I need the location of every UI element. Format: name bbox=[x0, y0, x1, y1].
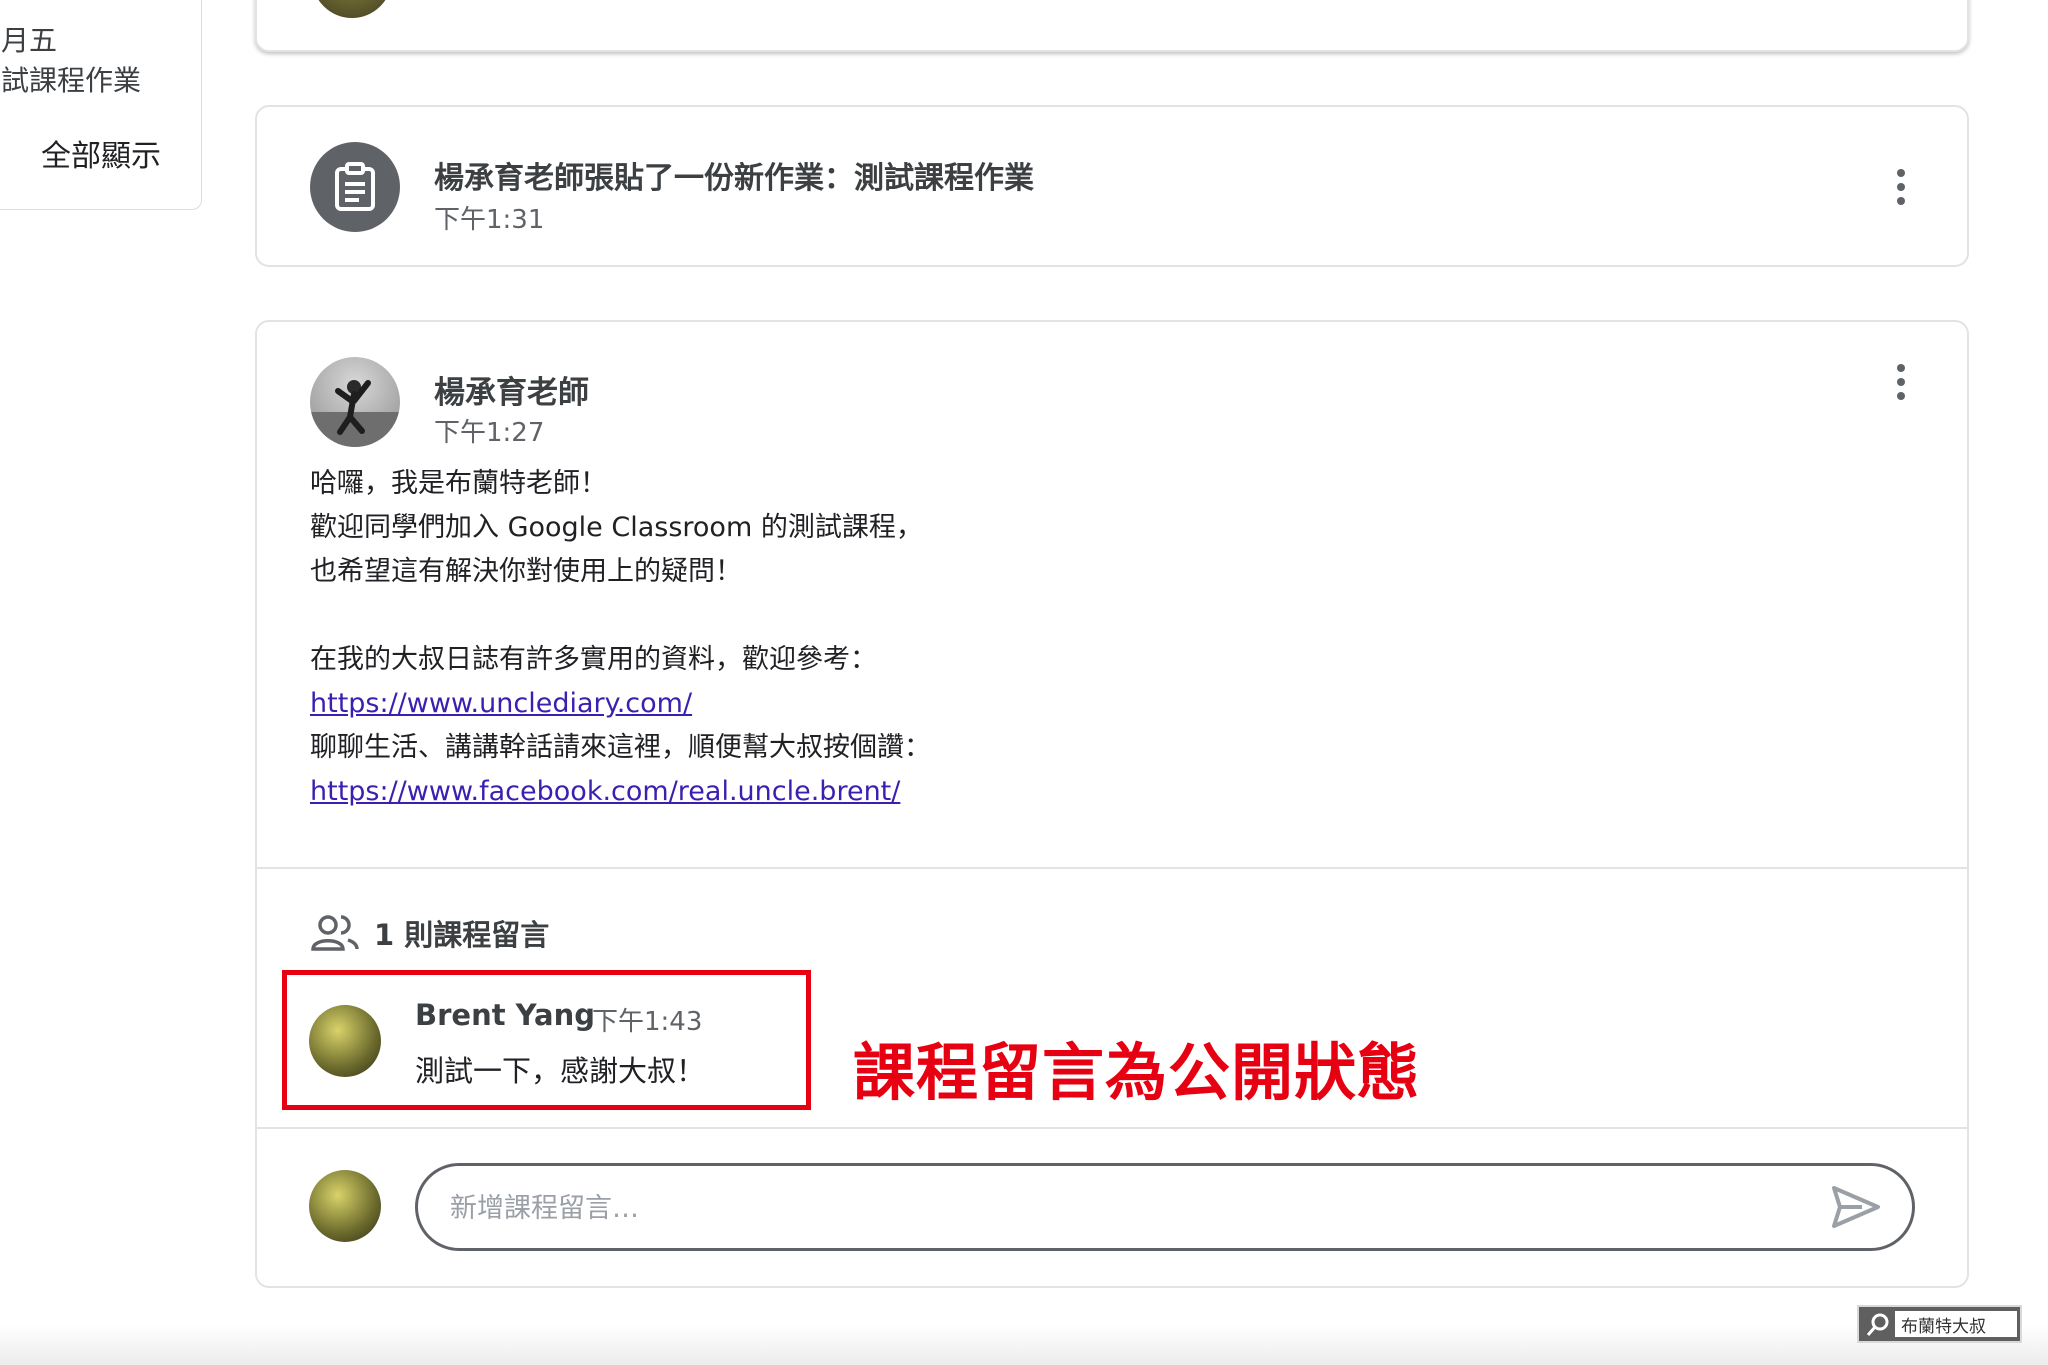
upcoming-sidebar: 月五 試課程作業 全部顯示 bbox=[0, 0, 202, 210]
post-line: 也希望這有解決你對使用上的疑問！ bbox=[310, 556, 742, 587]
show-all-link[interactable]: 全部顯示 bbox=[41, 131, 161, 175]
send-icon[interactable] bbox=[1828, 1182, 1884, 1232]
people-icon bbox=[311, 915, 359, 951]
class-comments-header[interactable]: 1 則課程留言 bbox=[310, 912, 549, 954]
assignment-card[interactable]: 楊承育老師張貼了一份新作業：測試課程作業 下午1:31 bbox=[255, 105, 1969, 267]
post-line: 聊聊生活、講講幹話請來這裡，順便幫大叔按個讚： bbox=[310, 732, 931, 763]
comment-input[interactable] bbox=[448, 1180, 1772, 1236]
search-icon bbox=[1866, 1313, 1889, 1336]
post-author: 楊承育老師 bbox=[434, 375, 589, 411]
upcoming-date: 月五 bbox=[1, 24, 58, 57]
annotation-highlight-box bbox=[282, 970, 811, 1110]
post-time: 下午1:27 bbox=[434, 418, 545, 448]
post-line: 在我的大叔日誌有許多實用的資料，歡迎參考： bbox=[310, 644, 877, 675]
watermark-text: 布蘭特大叔 bbox=[1901, 1316, 1986, 1337]
facebook-link[interactable]: https://www.facebook.com/real.uncle.bren… bbox=[310, 776, 900, 807]
announcement-card: 楊承育老師 下午1:27 哈囉，我是布蘭特老師！ 歡迎同學們加入 Google … bbox=[255, 320, 1969, 1288]
watermark: 布蘭特大叔 bbox=[1857, 1305, 2022, 1343]
post-line: 哈囉，我是布蘭特老師！ bbox=[310, 468, 607, 499]
stream-card-previous bbox=[255, 0, 1969, 52]
post-line: 歡迎同學們加入 Google Classroom 的測試課程， bbox=[310, 512, 923, 543]
more-vert-icon[interactable] bbox=[1881, 157, 1921, 217]
assignment-time: 下午1:31 bbox=[434, 205, 545, 235]
divider bbox=[257, 1127, 1967, 1129]
add-comment-field[interactable] bbox=[415, 1163, 1915, 1251]
avatar bbox=[312, 0, 392, 18]
bottom-fade bbox=[0, 1325, 2048, 1365]
more-vert-icon[interactable] bbox=[1881, 352, 1921, 412]
avatar bbox=[309, 1170, 381, 1242]
post-body: 哈囉，我是布蘭特老師！ 歡迎同學們加入 Google Classroom 的測試… bbox=[310, 462, 931, 814]
comments-count: 1 則課程留言 bbox=[374, 918, 550, 952]
annotation-text: 課程留言為公開狀態 bbox=[853, 1036, 1421, 1109]
unclediary-link[interactable]: https://www.unclediary.com/ bbox=[310, 688, 692, 719]
assignment-icon bbox=[310, 142, 400, 232]
divider bbox=[257, 867, 1967, 869]
avatar bbox=[310, 357, 400, 447]
assignment-title[interactable]: 楊承育老師張貼了一份新作業：測試課程作業 bbox=[434, 153, 1034, 197]
upcoming-assignment[interactable]: 試課程作業 bbox=[1, 59, 141, 99]
